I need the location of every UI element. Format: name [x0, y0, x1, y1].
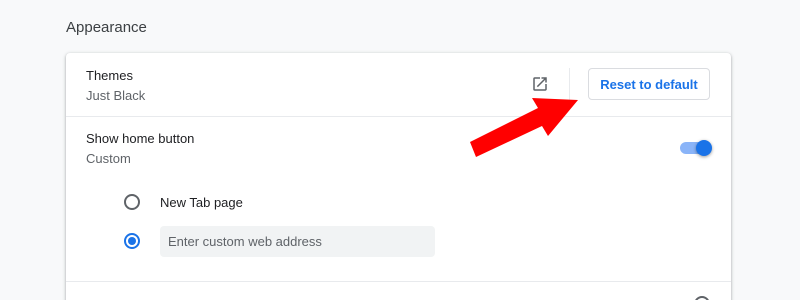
home-button-toggle[interactable]	[680, 140, 712, 156]
themes-value: Just Black	[86, 88, 146, 103]
open-in-new-icon[interactable]	[531, 75, 549, 93]
custom-web-address-input[interactable]	[160, 226, 435, 257]
row-divider	[66, 281, 731, 282]
row-divider	[66, 116, 731, 117]
appearance-card: Themes Just Black Reset to default Show …	[66, 53, 731, 300]
new-tab-page-label: New Tab page	[160, 195, 243, 210]
section-title: Appearance	[66, 19, 147, 36]
vertical-separator	[569, 68, 570, 100]
radio-custom-address[interactable]	[124, 233, 140, 249]
toggle-knob	[696, 140, 712, 156]
themes-label: Themes	[86, 68, 133, 83]
home-button-value: Custom	[86, 151, 131, 166]
radio-new-tab-page[interactable]	[124, 194, 140, 210]
reset-to-default-button[interactable]: Reset to default	[588, 68, 710, 100]
home-button-label: Show home button	[86, 131, 195, 146]
